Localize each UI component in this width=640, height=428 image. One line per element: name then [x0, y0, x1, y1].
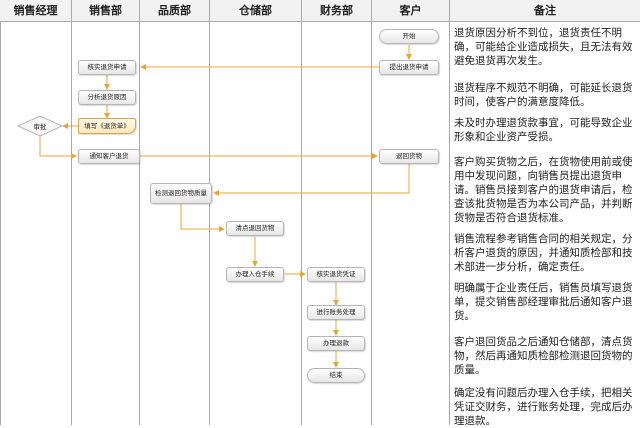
verify-return-node: 核实退货申请 [78, 60, 136, 75]
approve-label: 审批 [33, 123, 47, 131]
notify-customer-node: 通知客户退货 [78, 149, 140, 164]
analyze-reason-node: 分析退货原因 [78, 90, 136, 105]
note-4: 客户购买货物之后，在货物使用前或使用中发现问题，向销售员提出退货申请。销售员接到… [454, 156, 633, 224]
note-8: 确定没有问题后办理入仓手续，把相关凭证交财务，进行账务处理，完成后办理退款。 [454, 387, 633, 427]
inspect-quality-node: 检测退回货物质量 [150, 183, 212, 204]
note-6: 明确属于企业责任后，销售员填写退货单，提交销售部经理审批后通知客户退货。 [454, 282, 633, 322]
refund-node: 办理退款 [307, 336, 365, 351]
submit-return-node: 提出退货申请 [379, 60, 439, 75]
warehouse-entry-node: 办理入仓手续 [226, 267, 284, 282]
note-3: 未及时办理退货款事宜，可能导致企业形象和企业资产受损。 [454, 117, 633, 143]
return-goods-node: 退回货物 [379, 149, 439, 164]
note-1: 退货原因分析不到位，退货责任不明确，可能给企业造成损失，且无法有效避免退货再次发… [454, 27, 633, 67]
end-node: 结束 [307, 368, 365, 383]
note-2: 退货程序不规范不明确，可能延长退货时间，使客户的满意度降低。 [454, 82, 633, 108]
verify-voucher-node: 核实退货凭证 [307, 267, 365, 282]
count-goods-node: 清点退回货物 [226, 221, 284, 236]
start-node: 开始 [379, 29, 439, 44]
note-5: 销售流程参考销售合同的相关规定，分析客户退货的原因，并通知质检部和技术部进一步分… [454, 233, 633, 273]
fill-form-node: 填写《退货单》 [78, 118, 136, 134]
account-process-node: 进行账务处理 [307, 305, 365, 320]
note-7: 客户退回货品之后通知仓储部，清点货物，然后再通知质检部检测退回货物的质量。 [454, 336, 633, 376]
